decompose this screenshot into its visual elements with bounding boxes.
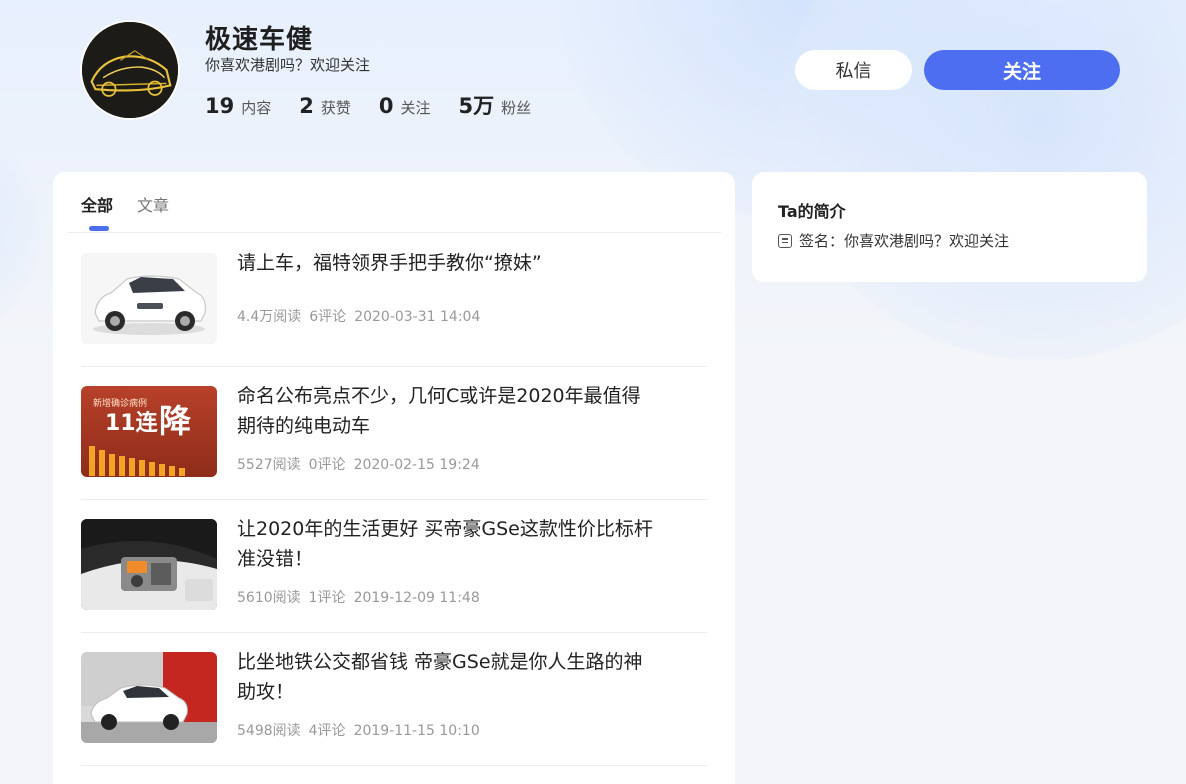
car-light-art-icon [82,22,178,118]
stat-value: 5万 [458,94,495,118]
article-reads: 4.4万阅读 [237,309,302,325]
thumb-headline-char: 降 [159,402,192,440]
intro-card: Ta的简介 签名：你喜欢港剧吗？欢迎关注 [752,172,1147,282]
article-title[interactable]: 比坐地铁公交都省钱 帝豪GSe就是你人生路的神助攻！ [237,647,657,707]
avatar[interactable] [80,20,180,120]
article-date: 2019-12-09 11:48 [353,590,480,606]
document-icon [778,233,792,248]
article-reads: 5610阅读 [237,590,301,606]
article-reads: 5527阅读 [237,457,301,473]
article-comments: 1评论 [308,590,346,606]
intro-title: Ta的简介 [778,202,846,221]
article-title[interactable]: 请上车，福特领界手把手教你“撩妹” [237,248,657,278]
stat-label: 获赞 [320,99,351,117]
engine-bay-image[interactable] [81,519,217,610]
article-comments: 4评论 [308,723,346,739]
article-title[interactable]: 让2020年的生活更好 买帝豪GSe这款性价比标杆准没错！ [237,514,657,574]
article-meta: 5610阅读 1评论 2019-12-09 11:48 [237,587,488,607]
infographic-image[interactable]: 新增确诊病例 11连 降 [81,386,217,477]
article-meta: 4.4万阅读 6评论 2020-03-31 14:04 [237,306,488,326]
thumb-headline: 11连 [105,410,159,436]
follow-button[interactable]: 关注 [924,50,1120,90]
article-date: 2020-03-31 14:04 [354,309,481,325]
white-suv-image[interactable] [81,253,217,344]
tab-articles[interactable]: 文章 [137,192,169,226]
stat-likes: 2 获赞 [299,94,351,118]
message-button[interactable]: 私信 [795,50,912,90]
article-date: 2020-02-15 19:24 [353,457,480,473]
stat-label: 粉丝 [501,99,532,117]
article-title[interactable]: 命名公布亮点不少，几何C或许是2020年最值得期待的纯电动车 [237,381,657,441]
thumb-caption: 新增确诊病例 [93,397,147,409]
article-item[interactable]: 比坐地铁公交都省钱 帝豪GSe就是你人生路的神助攻！ 5498阅读 4评论 2019… [81,632,707,766]
article-meta: 5498阅读 4评论 2019-11-15 10:10 [237,720,488,740]
article-date: 2019-11-15 10:10 [353,723,480,739]
profile-stats: 19 内容 2 获赞 0 关注 5万 粉丝 [205,90,559,120]
stat-value: 2 [299,94,314,118]
article-reads: 5498阅读 [237,723,301,739]
article-comments: 6评论 [309,309,347,325]
decor-circle [0,120,40,340]
intro-signature: 签名：你喜欢港剧吗？欢迎关注 [778,230,1009,251]
stat-label: 内容 [241,99,272,117]
article-item[interactable]: 让2020年的生活更好 买帝豪GSe这款性价比标杆准没错！ 5610阅读 1评论 2… [81,499,707,633]
article-item[interactable]: 新增确诊病例 11连 降 命名公布亮点不少，几何C或许是2020年最值得期待的纯 [81,366,707,500]
article-comments: 0评论 [308,457,346,473]
stat-content[interactable]: 19 内容 [205,94,271,118]
profile-bio: 你喜欢港剧吗？欢迎关注 [205,56,371,74]
stat-fans[interactable]: 5万 粉丝 [459,90,532,120]
article-meta: 5527阅读 0评论 2020-02-15 19:24 [237,454,488,474]
tab-all[interactable]: 全部 [81,192,113,231]
white-ev-image[interactable] [81,652,217,743]
stat-value: 0 [378,94,394,118]
article-item[interactable]: 请上车，福特领界手把手教你“撩妹” 4.4万阅读 6评论 2020-03-31 14… [81,233,707,367]
profile-name: 极速车健 [205,25,314,55]
stat-label: 关注 [400,99,431,117]
signature-text: 签名：你喜欢港剧吗？欢迎关注 [799,232,1010,250]
stat-value: 19 [205,94,235,118]
content-card: 全部 文章 请上车，福特领界手把手教你“撩妹” 4.4万阅读 6评论 2020-03… [53,172,735,784]
stat-following[interactable]: 0 关注 [379,94,431,118]
content-tabs: 全部 文章 [81,192,193,231]
